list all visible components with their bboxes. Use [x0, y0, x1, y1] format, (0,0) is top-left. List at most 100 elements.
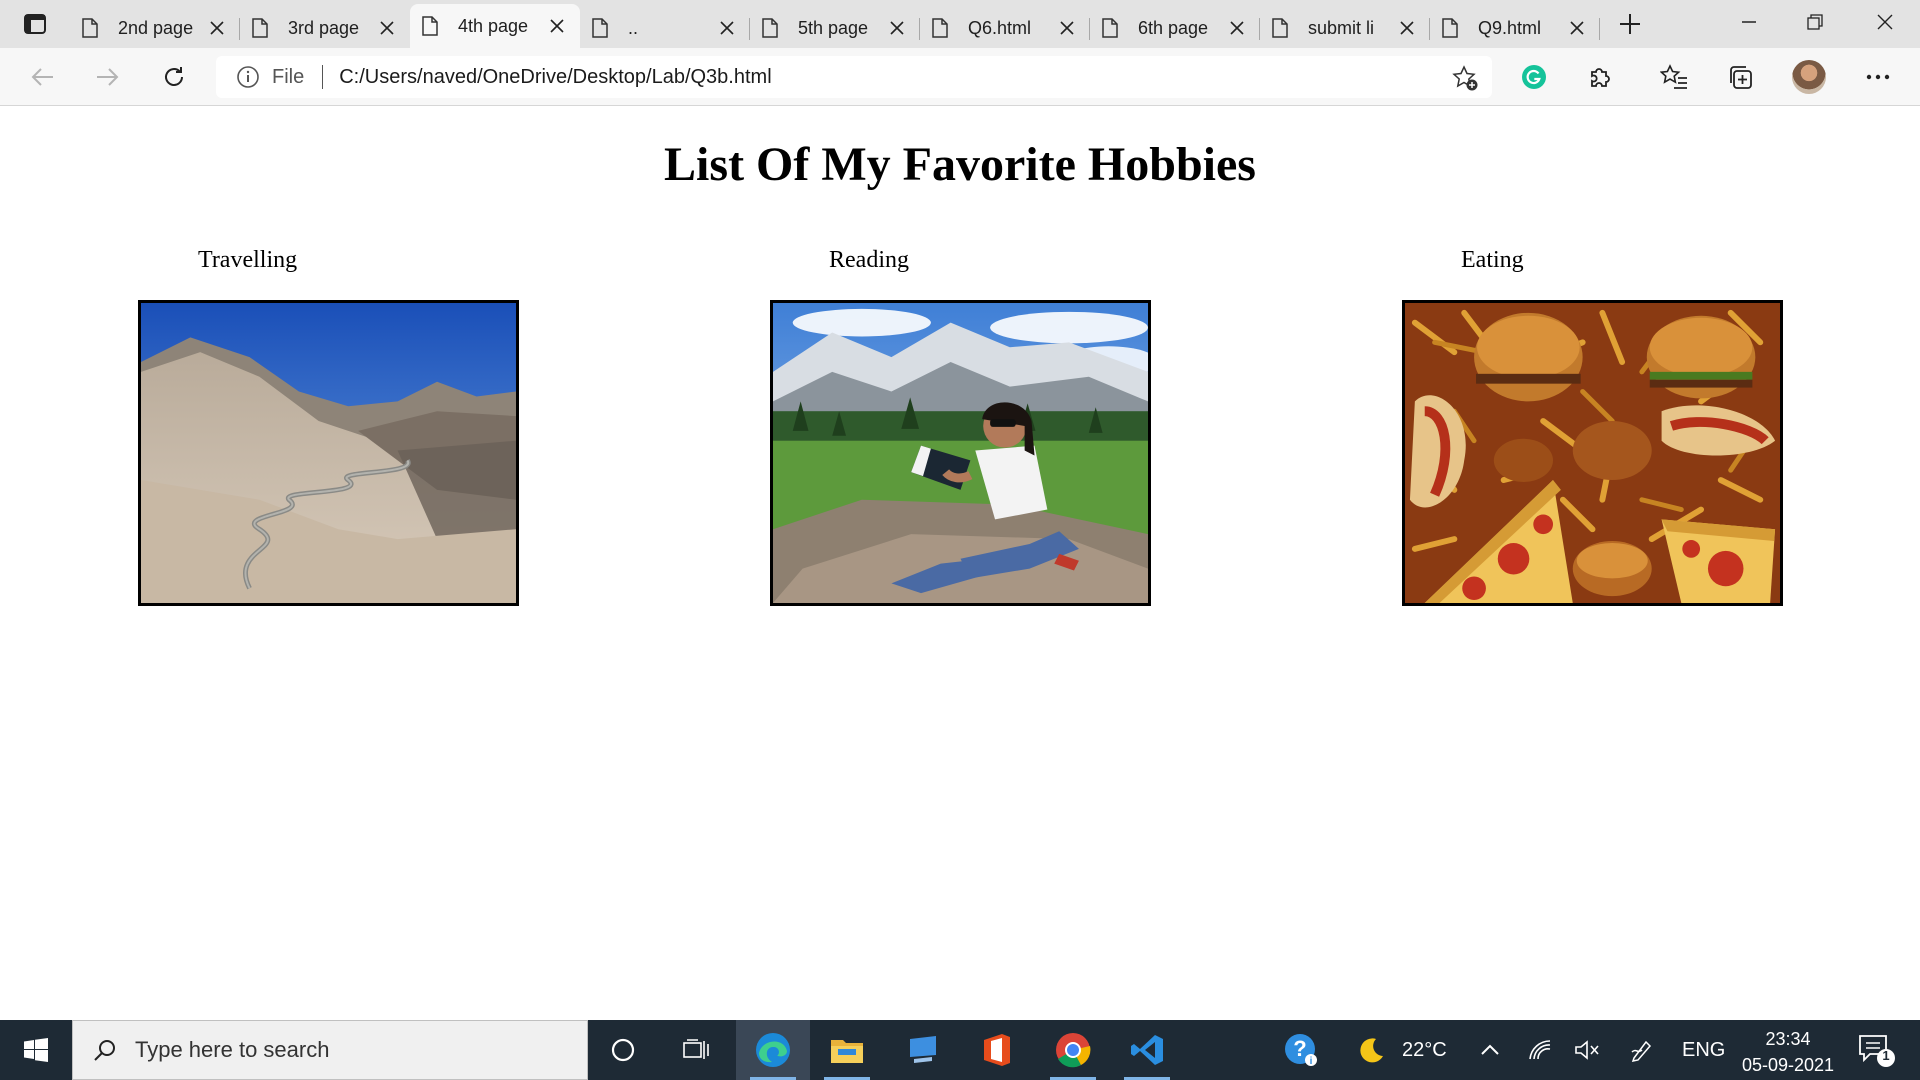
page-title: List Of My Favorite Hobbies: [664, 138, 1256, 191]
vscode-icon: [1131, 1035, 1163, 1065]
pen-icon: [1631, 1040, 1652, 1062]
office-button[interactable]: [960, 1020, 1034, 1080]
help-button[interactable]: ? i: [1264, 1020, 1338, 1080]
back-button[interactable]: [22, 57, 62, 97]
document-icon: [762, 18, 778, 38]
web-page: List Of My Favorite Hobbies Travelling R…: [0, 107, 1920, 1020]
browser-tab[interactable]: 6th page: [1090, 8, 1260, 48]
browser-tab[interactable]: submit li: [1260, 8, 1430, 48]
restore-icon: [1807, 14, 1823, 30]
tab-list: 2nd page 3rd page 4th page.. 5th page Q6.htm…: [70, 0, 1600, 48]
minimize-button[interactable]: [1716, 0, 1782, 44]
tab-close-button[interactable]: [546, 15, 568, 37]
wifi-icon: [1529, 1040, 1551, 1060]
close-icon: [1230, 21, 1244, 35]
document-icon: [592, 18, 608, 38]
grammarly-extension-button[interactable]: [1514, 57, 1554, 97]
document-icon: [932, 18, 948, 38]
close-icon: [210, 21, 224, 35]
tab-close-button[interactable]: [1566, 17, 1588, 39]
notification-center-button[interactable]: 1: [1856, 1032, 1896, 1068]
notification-count: 1: [1882, 1048, 1890, 1063]
windows-taskbar: Type here to search ? i 22°C ENG 23:34 0…: [0, 1020, 1920, 1080]
show-hidden-icons-button[interactable]: [1480, 1020, 1500, 1080]
profile-avatar[interactable]: [1792, 60, 1826, 94]
network-button[interactable]: [1528, 1020, 1552, 1080]
tab-close-button[interactable]: [376, 17, 398, 39]
tab-close-button[interactable]: [886, 17, 908, 39]
address-bar[interactable]: File C:/Users/naved/OneDrive/Desktop/Lab…: [216, 56, 1492, 98]
tab-title: submit li: [1308, 17, 1375, 38]
help-icon: ?i: [1285, 1034, 1317, 1067]
document-icon: [252, 18, 268, 38]
collections-button[interactable]: [1720, 57, 1760, 97]
chrome-button[interactable]: [1036, 1020, 1110, 1080]
cortana-button[interactable]: [586, 1020, 660, 1080]
close-icon: [380, 21, 394, 35]
add-favorite-icon[interactable]: [1452, 65, 1478, 91]
file-explorer-button[interactable]: [810, 1020, 884, 1080]
new-tab-button[interactable]: [1604, 4, 1656, 44]
mountain-road-photo: [141, 303, 516, 603]
close-icon: [550, 19, 564, 33]
close-icon: [1060, 21, 1074, 35]
favorites-list-icon: [1660, 64, 1687, 89]
clock[interactable]: 23:34 05-09-2021: [1736, 1026, 1840, 1078]
weather-widget[interactable]: 22°C: [1356, 1020, 1447, 1080]
vscode-button[interactable]: [1110, 1020, 1184, 1080]
tab-close-button[interactable]: [1226, 17, 1248, 39]
browser-tab[interactable]: ..: [580, 8, 750, 48]
browser-tab[interactable]: 4th page: [410, 4, 580, 48]
edge-taskbar-button[interactable]: [736, 1020, 810, 1080]
tab-close-button[interactable]: [716, 17, 738, 39]
task-view-icon: [683, 1039, 709, 1059]
close-icon: [1570, 21, 1584, 35]
close-icon: [890, 21, 904, 35]
refresh-button[interactable]: [154, 57, 194, 97]
browser-tab[interactable]: 3rd page: [240, 8, 410, 48]
tab-title: 5th page: [798, 17, 869, 38]
tab-close-button[interactable]: [1056, 17, 1078, 39]
url-text[interactable]: C:/Users/naved/OneDrive/Desktop/Lab/Q3b.…: [339, 66, 771, 89]
tab-title: Q9.html: [1478, 17, 1542, 38]
tab-title: 4th page: [458, 15, 529, 36]
tab-close-button[interactable]: [1396, 17, 1418, 39]
close-icon: [720, 21, 734, 35]
plus-icon: [1620, 14, 1640, 34]
svg-text:?: ?: [1293, 1036, 1306, 1061]
start-button[interactable]: [0, 1020, 72, 1080]
tab-title: 3rd page: [288, 17, 360, 38]
back-arrow-icon: [31, 68, 53, 86]
browser-tab[interactable]: 2nd page: [70, 8, 240, 48]
tab-actions-button[interactable]: [0, 0, 70, 48]
browser-tab[interactable]: 5th page: [750, 8, 920, 48]
tab-close-button[interactable]: [206, 17, 228, 39]
windows-logo-icon: [24, 1038, 48, 1062]
tab-title: ..: [628, 17, 639, 38]
info-icon[interactable]: [236, 65, 260, 89]
desktop-app-button[interactable]: [886, 1020, 960, 1080]
volume-button[interactable]: [1574, 1020, 1600, 1080]
pen-workspace-button[interactable]: [1630, 1020, 1654, 1080]
taskbar-search-box[interactable]: Type here to search: [72, 1020, 588, 1080]
language-indicator[interactable]: ENG: [1682, 1020, 1725, 1080]
forward-arrow-icon: [97, 68, 119, 86]
favorites-button[interactable]: [1654, 57, 1694, 97]
restore-button[interactable]: [1782, 0, 1848, 44]
settings-menu-button[interactable]: [1858, 57, 1898, 97]
browser-tab[interactable]: Q9.html: [1430, 8, 1600, 48]
task-view-button[interactable]: [660, 1020, 734, 1080]
extensions-button[interactable]: [1580, 57, 1620, 97]
cortana-icon: [611, 1038, 635, 1062]
svg-text:i: i: [1310, 1056, 1313, 1067]
forward-button[interactable]: [88, 57, 128, 97]
fast-food-photo: [1405, 303, 1780, 603]
browser-tab[interactable]: Q6.html: [920, 8, 1090, 48]
more-horizontal-icon: [1866, 74, 1890, 80]
search-icon: [94, 1040, 115, 1061]
moon-icon: [1360, 1038, 1383, 1063]
desktop-app-icon: [910, 1036, 936, 1063]
close-window-button[interactable]: [1852, 0, 1918, 44]
document-icon: [422, 16, 438, 36]
close-icon: [1400, 21, 1414, 35]
